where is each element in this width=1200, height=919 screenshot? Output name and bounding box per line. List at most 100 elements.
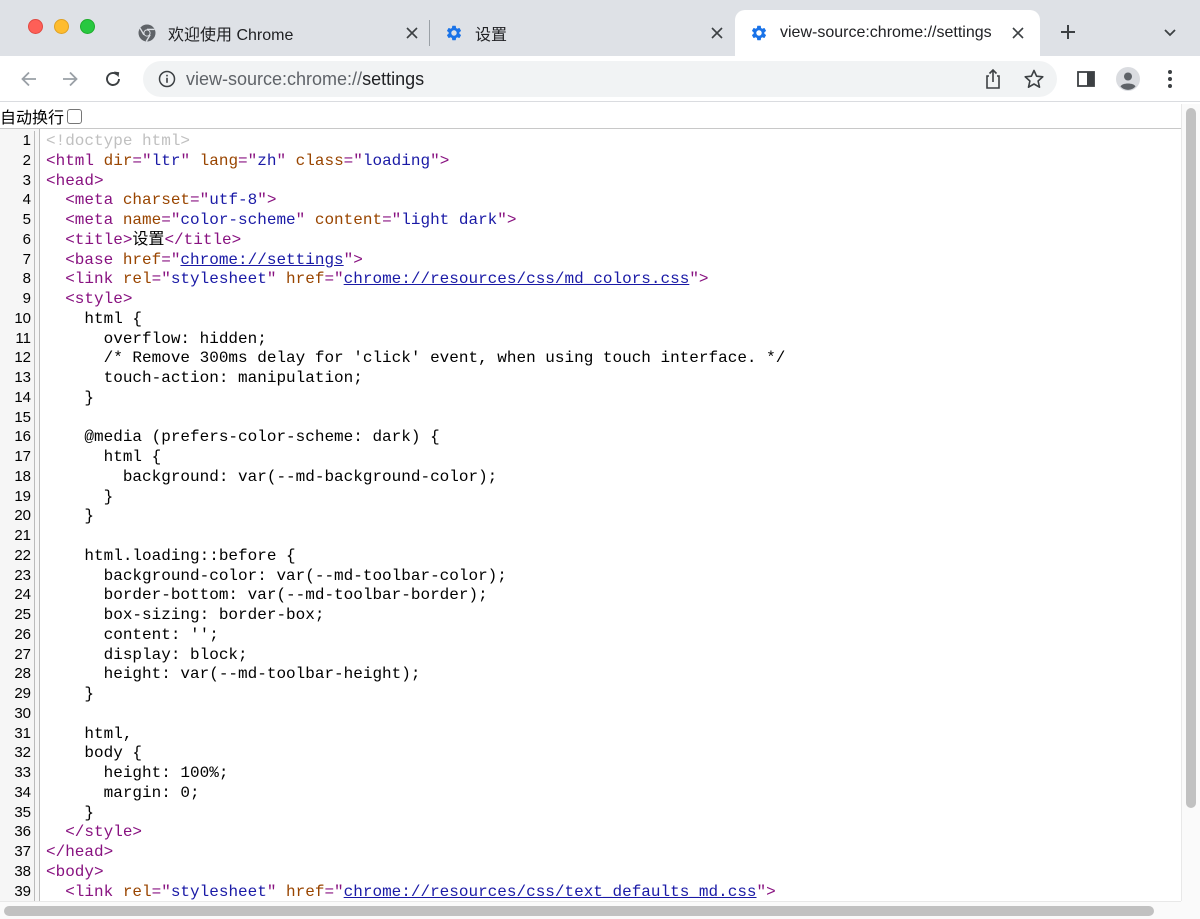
source-line: 25 box-sizing: border-box; bbox=[0, 605, 1181, 625]
line-code: <head> bbox=[35, 171, 104, 191]
line-code: height: var(--md-toolbar-height); bbox=[35, 664, 421, 684]
line-number: 13 bbox=[0, 368, 35, 388]
code-token: } bbox=[46, 507, 95, 526]
line-number: 11 bbox=[0, 328, 35, 349]
address-bar[interactable]: view-source:chrome://settings bbox=[143, 61, 1057, 97]
more-menu-icon[interactable] bbox=[1158, 67, 1182, 91]
code-token: content: ''; bbox=[46, 625, 219, 644]
code-token: =" bbox=[238, 151, 258, 170]
line-number: 12 bbox=[0, 348, 35, 369]
code-token: 设置 bbox=[132, 230, 165, 249]
line-code: html, bbox=[35, 724, 132, 744]
line-number: 27 bbox=[0, 644, 35, 665]
line-number: 30 bbox=[0, 703, 35, 724]
window-zoom-button[interactable] bbox=[80, 19, 95, 34]
line-code: overflow: hidden; bbox=[35, 329, 267, 349]
line-code: <link rel="stylesheet" href="chrome://re… bbox=[35, 269, 708, 289]
source-line: 26 content: ''; bbox=[0, 624, 1181, 645]
reload-icon[interactable] bbox=[101, 67, 125, 91]
profile-avatar-icon[interactable] bbox=[1116, 67, 1140, 91]
code-token: " bbox=[276, 151, 296, 170]
line-code: <link rel="stylesheet" href="chrome://re… bbox=[35, 882, 776, 902]
share-icon[interactable] bbox=[983, 68, 1003, 90]
source-line: 1 <!doctype html> bbox=[0, 131, 1181, 151]
tab-close-icon[interactable] bbox=[709, 25, 725, 41]
source-line: 10 html { bbox=[0, 308, 1181, 329]
horizontal-scroll-thumb[interactable] bbox=[4, 906, 1154, 916]
source-line: 13 touch-action: manipulation; bbox=[0, 368, 1181, 388]
window-minimize-button[interactable] bbox=[54, 19, 69, 34]
vertical-scroll-thumb[interactable] bbox=[1186, 108, 1196, 808]
source-line: 4 <meta charset="utf-8"> bbox=[0, 190, 1181, 211]
tab-close-icon[interactable] bbox=[404, 25, 420, 41]
chevron-down-icon[interactable] bbox=[1162, 24, 1178, 40]
code-token: html { bbox=[46, 448, 162, 466]
code-token: <link bbox=[65, 270, 123, 289]
source-link[interactable]: chrome://settings bbox=[180, 251, 343, 269]
horizontal-scrollbar[interactable] bbox=[0, 901, 1181, 919]
source-line: 8 <link rel="stylesheet" href="chrome://… bbox=[0, 269, 1181, 290]
scrollbar-corner bbox=[1181, 901, 1200, 919]
line-number: 26 bbox=[0, 624, 35, 645]
code-token: content bbox=[314, 211, 383, 229]
line-code: /* Remove 300ms delay for 'click' event,… bbox=[35, 348, 786, 368]
source-line: 18 background: var(--md-background-color… bbox=[0, 466, 1181, 487]
source-line: 35 } bbox=[0, 802, 1181, 823]
source-line: 38 <body> bbox=[0, 861, 1181, 882]
side-panel-icon[interactable] bbox=[1074, 67, 1098, 91]
line-number: 9 bbox=[0, 289, 35, 309]
source-line: 5 <meta name="color-scheme" content="lig… bbox=[0, 210, 1181, 230]
line-code: background: var(--md-background-color); bbox=[35, 467, 497, 487]
code-token: </style> bbox=[65, 823, 143, 842]
code-token: height: var(--md-toolbar-height); bbox=[46, 665, 421, 684]
line-number: 39 bbox=[0, 881, 35, 901]
forward-arrow-icon[interactable] bbox=[58, 67, 82, 91]
window-close-button[interactable] bbox=[28, 19, 43, 34]
code-token: " bbox=[266, 270, 287, 289]
bookmark-star-icon[interactable] bbox=[1023, 69, 1045, 89]
code-token: touch-action: manipulation; bbox=[46, 369, 363, 387]
line-number: 21 bbox=[0, 526, 35, 546]
code-token: html { bbox=[46, 309, 143, 328]
tab-settings[interactable]: 设置 bbox=[445, 10, 725, 56]
source-line: 15 bbox=[0, 407, 1181, 428]
source-line: 23 background-color: var(--md-toolbar-co… bbox=[0, 565, 1181, 586]
tab-strip: 欢迎使用 Chrome 设置 view-source:chrome://sett… bbox=[0, 0, 1200, 56]
code-token: "> bbox=[343, 250, 363, 269]
code-token: <!doctype html> bbox=[46, 132, 191, 150]
tab-view-source[interactable]: view-source:chrome://settings bbox=[735, 10, 1040, 56]
code-token: loading bbox=[362, 151, 431, 170]
code-token: dir bbox=[103, 151, 133, 170]
code-token: class bbox=[295, 151, 344, 170]
source-link[interactable]: chrome://resources/css/text_defaults_md.… bbox=[344, 883, 757, 901]
back-arrow-icon[interactable] bbox=[17, 67, 41, 91]
source-line: 29 } bbox=[0, 684, 1181, 704]
code-token: } bbox=[46, 487, 114, 506]
tab-close-icon[interactable] bbox=[1010, 25, 1026, 41]
line-wrap-checkbox[interactable] bbox=[67, 108, 83, 124]
source-line: 37 </head> bbox=[0, 842, 1181, 862]
browser-toolbar: view-source:chrome://settings bbox=[0, 56, 1200, 102]
source-line: 22 html.loading::before { bbox=[0, 545, 1181, 566]
new-tab-plus-icon[interactable] bbox=[1058, 22, 1078, 42]
source-link[interactable]: chrome://resources/css/md_colors.css bbox=[344, 270, 690, 288]
line-code: </head> bbox=[35, 842, 113, 862]
code-token: =" bbox=[161, 250, 181, 269]
source-line: 9 <style> bbox=[0, 289, 1181, 309]
code-token: <head> bbox=[46, 171, 104, 190]
source-line: 19 } bbox=[0, 486, 1181, 507]
line-number: 4 bbox=[0, 190, 35, 211]
vertical-scrollbar[interactable] bbox=[1181, 104, 1200, 901]
tab-welcome[interactable]: 欢迎使用 Chrome bbox=[138, 10, 420, 56]
line-number: 36 bbox=[0, 822, 35, 843]
source-line: 3 <head> bbox=[0, 170, 1181, 191]
source-line: 31 html, bbox=[0, 723, 1181, 744]
line-number: 7 bbox=[0, 249, 35, 270]
info-icon[interactable] bbox=[158, 70, 176, 88]
line-code: html.loading::before { bbox=[35, 546, 295, 566]
code-token: <meta bbox=[65, 211, 123, 229]
